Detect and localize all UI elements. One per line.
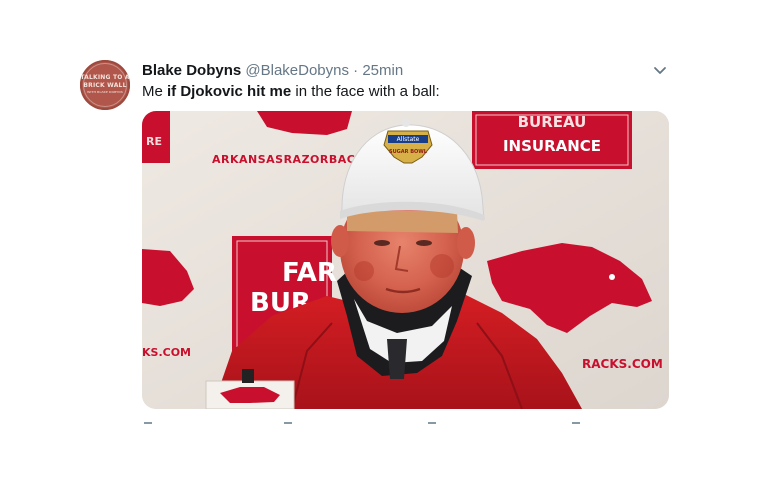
cap-logo-text-sugarbowl: SUGAR BOWL [389, 149, 428, 155]
chevron-down-icon[interactable] [652, 64, 668, 78]
author-handle[interactable]: @BlakeDobyns [245, 62, 349, 79]
backdrop-text-far: FAR [282, 258, 337, 288]
cap-logo-text-allstate: Allstate [397, 136, 420, 143]
tweet-actions-row-partial [144, 422, 580, 424]
avatar-text-line2: BRICK WALL [83, 82, 127, 89]
neck-brace-front [387, 339, 407, 379]
tweet-header: Blake Dobyns @BlakeDobyns · 25min [142, 62, 403, 80]
backdrop-web-top: ARKANSASRAZORBACKS [212, 153, 373, 166]
tweet: TALKING TO A BRICK WALL WITH BLAKE DOBYN… [0, 0, 768, 480]
press-conference-photo: RE ARKANSASRAZORBACKS BUREAU INSURANCE K… [142, 111, 669, 409]
razorback-eye [609, 274, 615, 280]
bruise-right [430, 254, 454, 278]
backdrop-text-re: RE [146, 135, 162, 148]
tweet-timestamp[interactable]: 25min [362, 62, 403, 79]
author-name[interactable]: Blake Dobyns [142, 62, 241, 79]
avatar-text-line3: WITH BLAKE DOBYNS [87, 90, 123, 94]
backdrop-text-bureau: BUREAU [518, 113, 587, 131]
backdrop-web-right: RACKS.COM [582, 357, 663, 371]
avatar-text-line1: TALKING TO A [80, 74, 130, 81]
tweet-text-pre: Me [142, 83, 168, 100]
tweet-text-bold: if Djokovic hit me [167, 83, 292, 100]
microphone [242, 369, 254, 383]
backdrop-text-insurance: INSURANCE [503, 137, 601, 155]
retweet-icon[interactable] [284, 422, 292, 424]
reply-icon[interactable] [144, 422, 152, 424]
right-eye [416, 240, 432, 246]
right-ear [457, 227, 475, 259]
tweet-text-post: in the face with a ball: [291, 83, 440, 100]
hair [347, 211, 458, 233]
backdrop-web-left: KS.COM [142, 346, 191, 359]
avatar[interactable]: TALKING TO A BRICK WALL WITH BLAKE DOBYN… [80, 60, 130, 110]
left-eye [374, 240, 390, 246]
left-ear [331, 225, 349, 257]
share-icon[interactable] [572, 422, 580, 424]
tweet-media-photo[interactable]: RE ARKANSASRAZORBACKS BUREAU INSURANCE K… [142, 111, 669, 409]
tweet-text: Me if Djokovic hit me in the face with a… [142, 82, 440, 102]
bruise-left [354, 261, 374, 281]
header-separator: · [353, 62, 359, 79]
cap-button [402, 119, 410, 127]
like-icon[interactable] [428, 422, 436, 424]
